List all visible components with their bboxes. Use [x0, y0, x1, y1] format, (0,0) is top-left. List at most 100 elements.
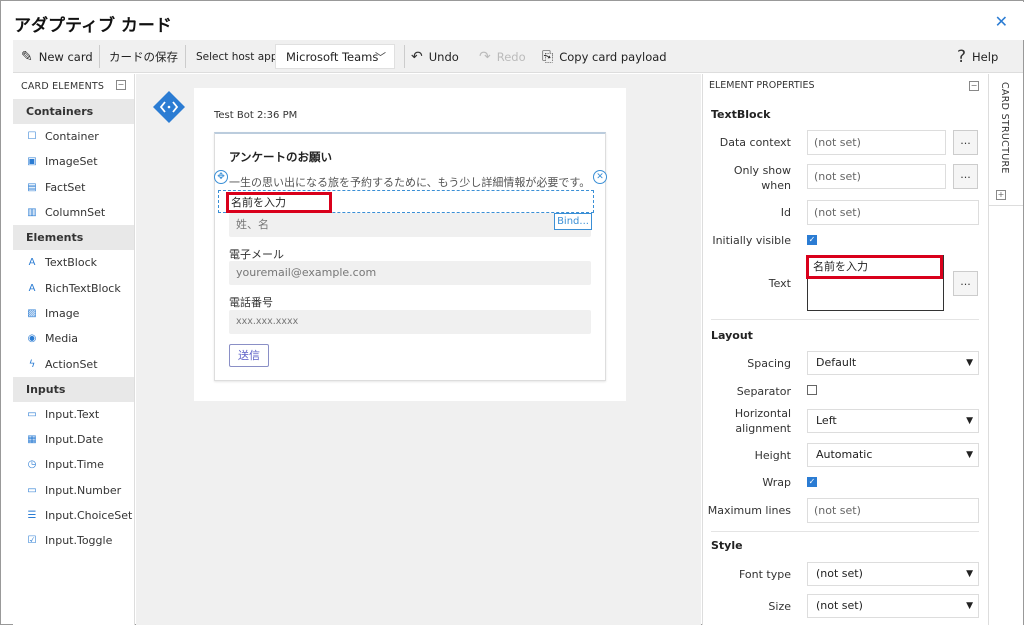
height-value: Automatic: [816, 448, 873, 461]
imageset-icon: ▣: [27, 156, 37, 168]
element-textblock[interactable]: A TextBlock: [13, 250, 134, 275]
expand-icon[interactable]: +: [996, 190, 1006, 200]
undo-icon: ↶: [411, 48, 423, 65]
size-value: (not set): [816, 599, 863, 612]
element-label: Input.Number: [45, 483, 122, 497]
element-imageset[interactable]: ▣ ImageSet: [13, 149, 134, 174]
app-window: アダプティブ カード ✕ ✎ New card カードの保存 Select ho…: [0, 0, 1024, 625]
image-icon: ▨: [27, 307, 37, 319]
adaptive-card[interactable]: アンケートのお願い 一生の思い出になる旅を予約するために、もう少し詳細情報が必要…: [214, 132, 607, 381]
text-value-highlighted[interactable]: 名前を入力: [806, 255, 943, 279]
email-input[interactable]: youremail@example.com: [229, 261, 591, 285]
element-factset[interactable]: ▤ FactSet: [13, 175, 134, 200]
font-type-label: Font type: [738, 568, 791, 581]
element-input-number[interactable]: ▭ Input.Number: [13, 478, 134, 503]
toolbar-divider: [404, 45, 405, 68]
element-columnset[interactable]: ▥ ColumnSet: [13, 200, 134, 225]
name-input[interactable]: 姓、名: [229, 213, 591, 237]
checkbox-icon: ☑: [27, 535, 37, 547]
chevron-down-icon: ▼: [966, 569, 973, 579]
name-label-selected[interactable]: 名前を入力: [226, 192, 332, 213]
font-type-value: (not set): [816, 567, 863, 580]
element-input-time[interactable]: ◷ Input.Time: [13, 452, 134, 477]
media-icon: ◉: [27, 333, 37, 345]
redo-label: Redo: [496, 49, 526, 64]
font-type-select[interactable]: (not set) ▼: [807, 562, 979, 586]
number-icon: ▭: [27, 484, 37, 496]
richtextblock-icon: A: [28, 282, 36, 294]
halign-select[interactable]: Left ▼: [807, 409, 979, 433]
size-select[interactable]: (not set) ▼: [807, 594, 979, 618]
element-properties-panel: ELEMENT PROPERTIES − TextBlock Data cont…: [702, 74, 988, 625]
redo-button[interactable]: ↷ Redo: [479, 40, 526, 73]
phone-input[interactable]: xxx.xxx.xxxx: [229, 310, 591, 334]
element-input-text[interactable]: ▭ Input.Text: [13, 402, 134, 427]
wrap-label: Wrap: [762, 476, 791, 489]
max-lines-input[interactable]: (not set): [807, 498, 979, 523]
element-label: Image: [45, 306, 80, 320]
collapse-icon[interactable]: −: [969, 81, 979, 91]
element-label: RichTextBlock: [45, 281, 121, 295]
element-label: Input.ChoiceSet: [45, 509, 133, 522]
card-elements-panel: CARD ELEMENTS − Containers ☐ Container ▣ I…: [13, 74, 135, 625]
close-icon[interactable]: ✕: [995, 12, 1008, 31]
help-label: Help: [972, 49, 999, 64]
height-label: Height: [754, 449, 791, 462]
host-app-select[interactable]: Microsoft Teams ﹀: [275, 44, 395, 69]
section-divider: [711, 531, 979, 532]
remove-icon[interactable]: ✕: [593, 170, 607, 184]
chevron-down-icon: ▼: [966, 358, 973, 368]
card-description[interactable]: 一生の思い出になる旅を予約するために、もう少し詳細情報が必要です。: [229, 174, 590, 190]
data-context-label: Data context: [719, 136, 791, 149]
help-button[interactable]: ? Help: [957, 40, 998, 73]
only-show-input[interactable]: (not set): [807, 164, 946, 189]
element-label: FactSet: [45, 180, 86, 194]
collapse-icon[interactable]: −: [116, 80, 126, 90]
section-layout: Layout: [711, 329, 753, 342]
columnset-icon: ▥: [27, 207, 37, 219]
bind-button[interactable]: Bind...: [554, 213, 592, 230]
element-media[interactable]: ◉ Media: [13, 326, 134, 351]
id-input[interactable]: (not set): [807, 200, 979, 225]
move-icon[interactable]: ✥: [214, 170, 228, 184]
element-input-toggle[interactable]: ☑ Input.Toggle: [13, 528, 134, 553]
element-label: Input.Time: [45, 458, 104, 472]
copy-payload-button[interactable]: ⎘ Copy card payload: [542, 40, 667, 73]
separator-checkbox[interactable]: [807, 385, 817, 395]
group-inputs: Inputs: [13, 376, 134, 402]
initially-visible-checkbox[interactable]: ✓: [807, 235, 817, 245]
element-richtextblock[interactable]: A RichTextBlock: [13, 275, 134, 300]
text-more-button[interactable]: ...: [953, 271, 978, 296]
element-input-date[interactable]: ▦ Input.Date: [13, 427, 134, 452]
element-label: ImageSet: [45, 155, 98, 169]
save-card-button[interactable]: カードの保存: [109, 40, 178, 73]
element-actionset[interactable]: ϟ ActionSet: [13, 351, 134, 376]
new-card-button[interactable]: ✎ New card: [21, 40, 93, 73]
email-label[interactable]: 電子メール: [229, 246, 284, 262]
element-label: TextBlock: [45, 256, 97, 270]
card-title[interactable]: アンケートのお願い: [229, 149, 332, 165]
data-context-more-button[interactable]: ...: [953, 130, 978, 155]
bot-timestamp: Test Bot 2:36 PM: [214, 110, 298, 121]
spacing-select[interactable]: Default ▼: [807, 351, 979, 375]
halign-value: Left: [816, 414, 837, 427]
toolbar-divider: [185, 45, 186, 68]
height-select[interactable]: Automatic ▼: [807, 443, 979, 467]
container-icon: ☐: [27, 131, 37, 143]
card-structure-label[interactable]: CARD STRUCTURE: [999, 82, 1010, 174]
chevron-down-icon: ▼: [966, 450, 973, 460]
spacing-label: Spacing: [747, 357, 791, 370]
element-label: Input.Date: [45, 433, 104, 447]
group-elements: Elements: [13, 225, 134, 251]
data-context-input[interactable]: (not set): [807, 130, 946, 155]
card-elements-title: CARD ELEMENTS: [21, 81, 105, 92]
wrap-checkbox[interactable]: ✓: [807, 477, 817, 487]
element-container[interactable]: ☐ Container: [13, 124, 134, 149]
submit-button[interactable]: 送信: [229, 344, 269, 367]
phone-label[interactable]: 電話番号: [229, 294, 273, 310]
element-image[interactable]: ▨ Image: [13, 301, 134, 326]
only-show-more-button[interactable]: ...: [953, 164, 978, 189]
separator-label: Separator: [736, 385, 791, 398]
element-input-choiceset[interactable]: ☰ Input.ChoiceSet: [13, 503, 134, 528]
undo-button[interactable]: ↶ Undo: [411, 40, 459, 73]
